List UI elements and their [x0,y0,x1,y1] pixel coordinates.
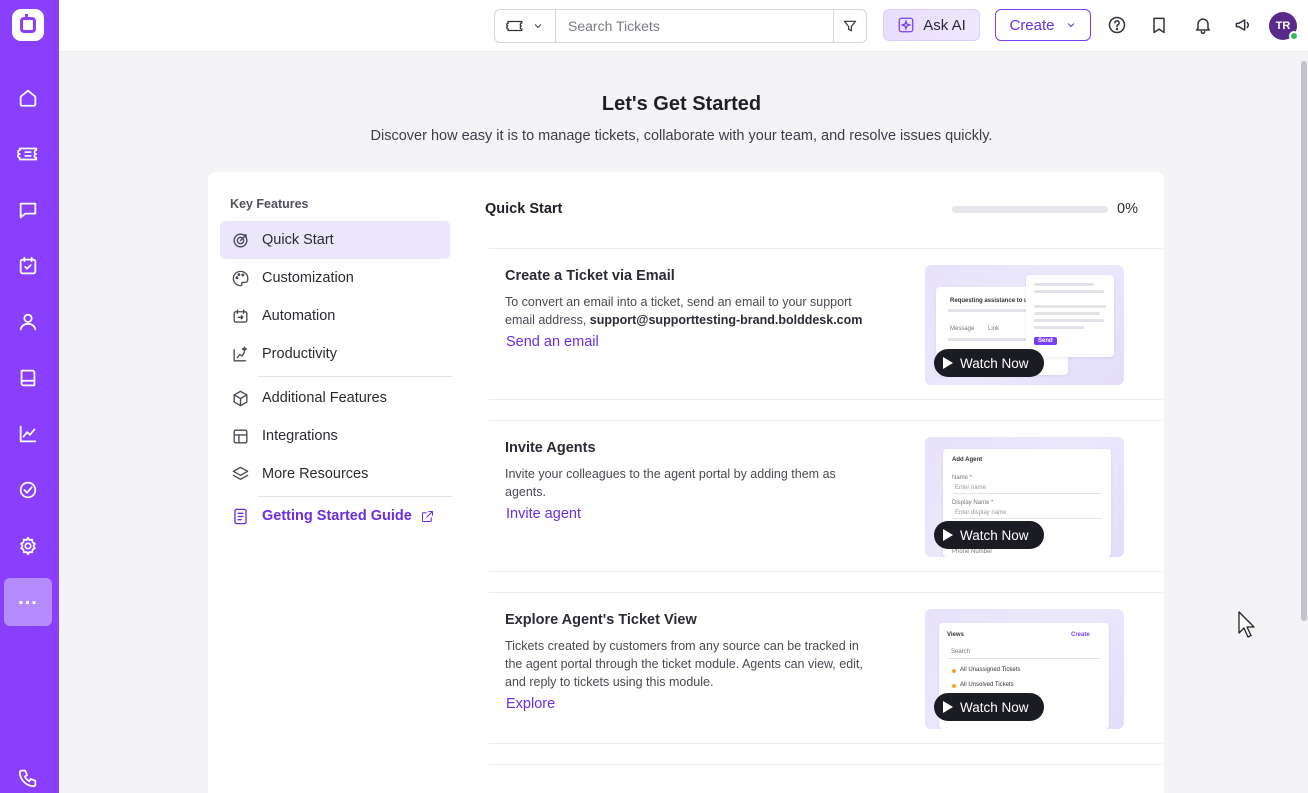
scrollbar-thumb[interactable] [1301,61,1307,621]
email-video-thumbnail[interactable]: Requesting assistance to upd Message Lin… [925,265,1124,385]
palette-icon [232,270,249,286]
nav-divider [258,376,452,377]
feature-description: Invite your colleagues to the agent port… [505,467,836,499]
key-features-label: Key Features [230,197,309,211]
nav-item-additional-features[interactable]: Additional Features [220,379,450,417]
nav-item-label: Customization [262,270,354,286]
settings-gear-icon[interactable] [4,522,52,570]
sparkle-icon [898,17,914,33]
home-icon[interactable] [4,74,52,122]
play-icon [943,357,953,369]
getting-started-card: Key Features Quick Start Customization A… [208,172,1164,793]
nav-item-integrations[interactable]: Integrations [220,417,450,455]
knowledge-base-icon[interactable] [4,354,52,402]
feature-title: Create a Ticket via Email [505,268,675,284]
notification-bell-icon[interactable] [1192,14,1214,36]
tasks-calendar-icon[interactable] [4,242,52,290]
getting-started-guide-link[interactable]: Getting Started Guide [220,497,450,535]
nav-item-label: More Resources [262,466,369,482]
document-icon [234,508,247,524]
user-avatar[interactable]: TR [1269,12,1299,41]
feature-partial-next [489,764,1163,793]
support-email-address: support@supporttesting-brand.bolddesk.co… [589,313,863,327]
nav-item-more-resources[interactable]: More Resources [220,455,450,493]
explore-link[interactable]: Explore [506,696,555,712]
quick-start-title: Quick Start [485,201,563,217]
announcement-megaphone-icon[interactable] [1232,14,1254,36]
app-logo[interactable] [12,9,44,41]
watch-now-button[interactable]: Watch Now [934,693,1044,721]
ticket-type-icon [506,20,523,32]
feature-title: Explore Agent's Ticket View [505,612,697,628]
search-input[interactable] [556,10,833,42]
invite-agent-link[interactable]: Invite agent [506,506,581,522]
feature-invite-agents: Invite Agents Invite your colleagues to … [489,420,1163,572]
nav-item-quick-start[interactable]: Quick Start [220,221,450,259]
feature-description: Tickets created by customers from any so… [505,639,863,689]
nav-item-customization[interactable]: Customization [220,259,450,297]
nav-item-automation[interactable]: Automation [220,297,450,335]
mouse-cursor-icon [1238,611,1255,638]
nav-item-label: Additional Features [262,390,387,406]
page-scrollbar[interactable] [1300,53,1308,793]
nav-item-label: Quick Start [262,232,334,248]
invite-agent-video-thumbnail[interactable]: Add Agent Name * Enter name Display Name… [925,437,1124,557]
cube-icon [233,390,248,406]
chat-icon[interactable] [4,186,52,234]
nav-item-label: Productivity [262,346,337,362]
nav-item-label: Automation [262,308,336,324]
contacts-icon[interactable] [4,298,52,346]
nav-item-productivity[interactable]: Productivity [220,335,450,373]
ask-ai-label: Ask AI [923,16,966,34]
play-icon [943,701,953,713]
ticket-view-video-thumbnail[interactable]: Views Create Search All Unassigned Ticke… [925,609,1124,729]
create-button[interactable]: Create [995,9,1091,41]
more-apps-icon[interactable]: ... [4,578,52,626]
guide-label: Getting Started Guide [262,508,412,524]
external-link-icon [421,510,433,522]
integrations-icon [233,428,248,444]
productivity-icon [233,346,248,362]
online-status-indicator [1289,31,1299,41]
filter-icon [843,20,857,32]
automation-icon [233,308,248,323]
feature-description: To convert an email into a ticket, send … [505,295,863,327]
ask-ai-button[interactable]: Ask AI [883,9,980,41]
help-icon[interactable] [1106,14,1128,36]
send-an-email-link[interactable]: Send an email [506,334,599,350]
feature-create-ticket-via-email: Create a Ticket via Email To convert an … [489,248,1163,400]
quick-start-progress-bar [952,206,1108,213]
page-subtitle: Discover how easy it is to manage ticket… [370,128,993,144]
left-navigation-rail: ... [0,0,59,793]
page-title: Let's Get Started [601,93,762,115]
search-type-dropdown[interactable] [495,10,556,42]
approvals-check-icon[interactable] [4,466,52,514]
chevron-down-icon [534,24,542,29]
progress-percent: 0% [1117,201,1138,217]
reports-icon[interactable] [4,410,52,458]
play-icon [943,529,953,541]
watch-now-button[interactable]: Watch Now [934,349,1044,377]
top-bar: Ask AI Create TR [59,0,1308,52]
avatar-initials: TR [1275,20,1291,32]
filter-button[interactable] [833,10,866,42]
create-label: Create [1009,16,1055,34]
bookmark-icon[interactable] [1148,14,1170,36]
phone-icon[interactable] [4,754,52,793]
tickets-icon[interactable] [4,130,52,178]
layers-icon [232,466,249,480]
feature-title: Invite Agents [505,440,596,456]
nav-item-label: Integrations [262,428,338,444]
watch-now-button[interactable]: Watch Now [934,521,1044,549]
target-icon [233,232,248,248]
ticket-search-group [494,9,867,43]
chevron-down-icon [1067,23,1074,28]
feature-explore-agent-ticket-view: Explore Agent's Ticket View Tickets crea… [489,592,1163,744]
